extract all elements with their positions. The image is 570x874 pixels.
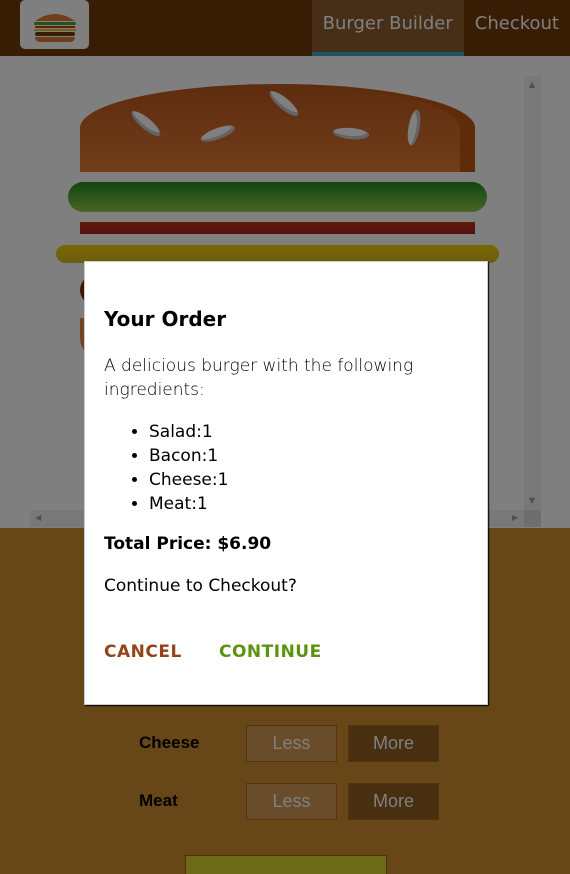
order-description: A delicious burger with the following in… (104, 356, 414, 400)
cancel-button[interactable]: CANCEL (104, 642, 182, 662)
continue-button[interactable]: CONTINUE (219, 642, 322, 662)
checkout-question: Continue to Checkout? (104, 576, 297, 596)
list-item: Cheese:1 (149, 468, 228, 492)
total-price: Total Price: $6.90 (104, 534, 272, 554)
list-item: Salad:1 (149, 420, 228, 444)
ingredient-list: Salad:1 Bacon:1 Cheese:1 Meat:1 (149, 420, 228, 516)
order-summary-modal: Your Order A delicious burger with the f… (84, 261, 488, 705)
list-item: Meat:1 (149, 492, 228, 516)
modal-title: Your Order (104, 307, 227, 331)
list-item: Bacon:1 (149, 444, 228, 468)
